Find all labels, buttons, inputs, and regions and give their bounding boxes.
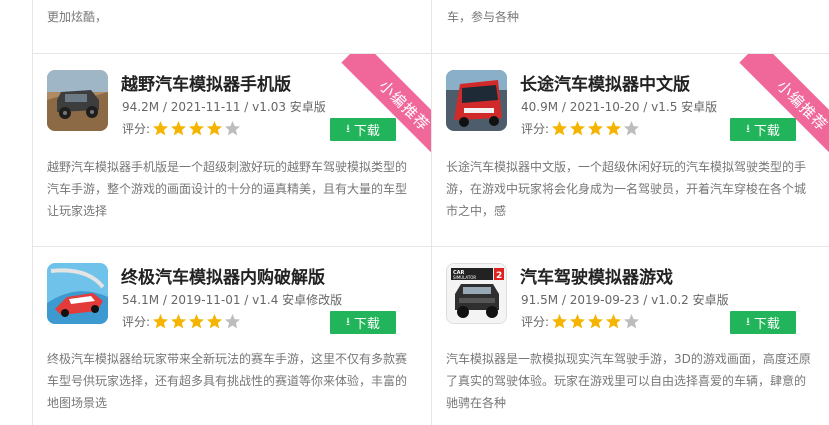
star-filled-icon <box>207 314 223 329</box>
desc-line: 游，在游戏中玩家将会化身成为一名驾驶员，开着汽车穿梭在各个城 <box>446 182 807 196</box>
star-filled-icon <box>552 314 568 329</box>
star-filled-icon <box>153 314 169 329</box>
star-empty-icon <box>225 314 241 329</box>
list-item: 长途汽车模拟器中文版 40.9M / 2021-10-20 / v1.5 安卓版… <box>432 54 829 246</box>
app-meta: 94.2M / 2021-11-11 / v1.03 安卓版 <box>122 100 326 114</box>
app-description: 长途汽车模拟器中文版，一个超级休闲好玩的汽车模拟驾驶类型的手 游，在游戏中玩家将… <box>446 156 821 222</box>
star-filled-icon <box>189 121 205 136</box>
svg-text:SIMULATOR: SIMULATOR <box>453 275 476 280</box>
recommend-badge-label: 小编推荐 <box>739 54 829 164</box>
race-car-icon[interactable] <box>47 263 108 324</box>
star-empty-icon <box>624 121 640 136</box>
rating-label: 评分: <box>122 122 151 136</box>
star-filled-icon <box>606 314 622 329</box>
download-icon: ⭳ <box>346 315 350 328</box>
list-item-partial: 车，参与各种 <box>447 6 817 28</box>
download-button[interactable]: ⭳ 下载 <box>330 311 396 334</box>
rating-label: 评分: <box>521 122 550 136</box>
star-filled-icon <box>171 314 187 329</box>
download-label: 下载 <box>353 317 380 332</box>
offroad-car-icon[interactable] <box>47 70 108 131</box>
list-item: CAR SIMULATOR 2 汽车驾驶模拟器游戏 91.5M / 2019-0… <box>432 247 829 425</box>
star-empty-icon <box>225 121 241 136</box>
car-simulator-2-icon[interactable]: CAR SIMULATOR 2 <box>446 263 507 324</box>
app-rating: 评分: <box>122 120 242 137</box>
list-item: 越野汽车模拟器手机版 94.2M / 2021-11-11 / v1.03 安卓… <box>33 54 431 246</box>
app-rating: 评分: <box>521 120 641 137</box>
app-description: 越野汽车模拟器手机版是一个超级刺激好玩的越野车驾驶模拟类型的 汽车手游，整个游戏… <box>47 156 417 222</box>
bus-icon[interactable] <box>446 70 507 131</box>
desc-line: 汽车模拟器是一款模拟现实汽车驾驶手游，3D的游戏画面，高度还原 <box>446 352 811 366</box>
app-title[interactable]: 越野汽车模拟器手机版 <box>121 70 291 95</box>
rating-stars <box>152 313 242 330</box>
recommend-badge-label: 小编推荐 <box>341 54 431 164</box>
desc-line: 了真实的驾驶体验。玩家在游戏里可以自由选择喜爱的车辆，肆意的 <box>446 374 807 388</box>
recommend-badge: 小编推荐 <box>722 54 829 164</box>
app-title[interactable]: 终极汽车模拟器内购破解版 <box>121 263 325 288</box>
download-icon: ⭳ <box>746 315 750 328</box>
app-rating: 评分: <box>122 313 242 330</box>
desc-line: 车型号供玩家选择，还有超多具有挑战性的赛道等你来体验，丰富的 <box>47 374 408 388</box>
star-filled-icon <box>552 121 568 136</box>
desc-line: 市之中，感 <box>446 204 507 218</box>
star-filled-icon <box>606 121 622 136</box>
app-meta: 54.1M / 2019-11-01 / v1.4 安卓修改版 <box>122 293 343 307</box>
app-description: 汽车模拟器是一款模拟现实汽车驾驶手游，3D的游戏画面，高度还原 了真实的驾驶体验… <box>446 348 821 414</box>
star-filled-icon <box>189 314 205 329</box>
star-filled-icon <box>588 314 604 329</box>
rating-stars <box>152 120 242 137</box>
recommend-badge: 小编推荐 <box>324 54 431 164</box>
app-title[interactable]: 汽车驾驶模拟器游戏 <box>520 263 673 288</box>
star-filled-icon <box>570 314 586 329</box>
star-filled-icon <box>588 121 604 136</box>
download-label: 下载 <box>753 317 780 332</box>
app-meta: 91.5M / 2019-09-23 / v1.0.2 安卓版 <box>521 293 729 307</box>
desc-line: 驰骋在各种 <box>446 396 507 410</box>
app-description: 车，参与各种 <box>447 10 520 24</box>
app-title[interactable]: 长途汽车模拟器中文版 <box>520 70 690 95</box>
list-item: 终极汽车模拟器内购破解版 54.1M / 2019-11-01 / v1.4 安… <box>33 247 431 425</box>
app-meta: 40.9M / 2021-10-20 / v1.5 安卓版 <box>521 100 718 114</box>
rating-label: 评分: <box>122 315 151 329</box>
rating-stars <box>551 120 641 137</box>
desc-line: 汽车手游，整个游戏的画面设计的十分的逼真精美，且有大量的车型 <box>47 182 408 196</box>
rating-stars <box>551 313 641 330</box>
star-filled-icon <box>570 121 586 136</box>
star-filled-icon <box>171 121 187 136</box>
svg-text:2: 2 <box>496 271 502 281</box>
star-filled-icon <box>207 121 223 136</box>
rating-label: 评分: <box>521 315 550 329</box>
list-item-partial: 更加炫酷， <box>47 6 417 28</box>
download-button[interactable]: ⭳ 下载 <box>730 311 796 334</box>
app-rating: 评分: <box>521 313 641 330</box>
star-empty-icon <box>624 314 640 329</box>
desc-line: 让玩家选择 <box>47 204 108 218</box>
desc-line: 地图场景选 <box>47 396 108 410</box>
app-description: 终极汽车模拟器给玩家带来全新玩法的赛车手游，这里不仅有多款赛 车型号供玩家选择，… <box>47 348 422 414</box>
app-description: 更加炫酷， <box>47 10 108 24</box>
star-filled-icon <box>153 121 169 136</box>
desc-line: 终极汽车模拟器给玩家带来全新玩法的赛车手游，这里不仅有多款赛 <box>47 352 408 366</box>
